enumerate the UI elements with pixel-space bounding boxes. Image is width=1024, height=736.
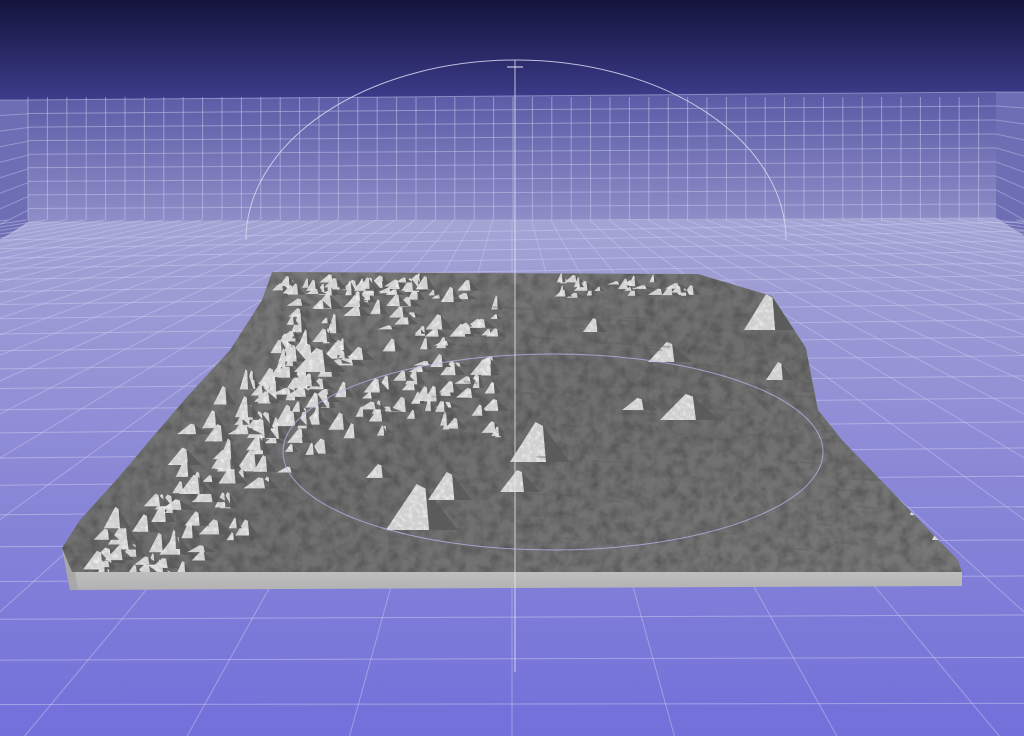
- sky-background: [0, 0, 1024, 100]
- scene-canvas[interactable]: [0, 0, 1024, 736]
- 3d-viewport[interactable]: [0, 0, 1024, 736]
- back-wall: [0, 92, 1024, 222]
